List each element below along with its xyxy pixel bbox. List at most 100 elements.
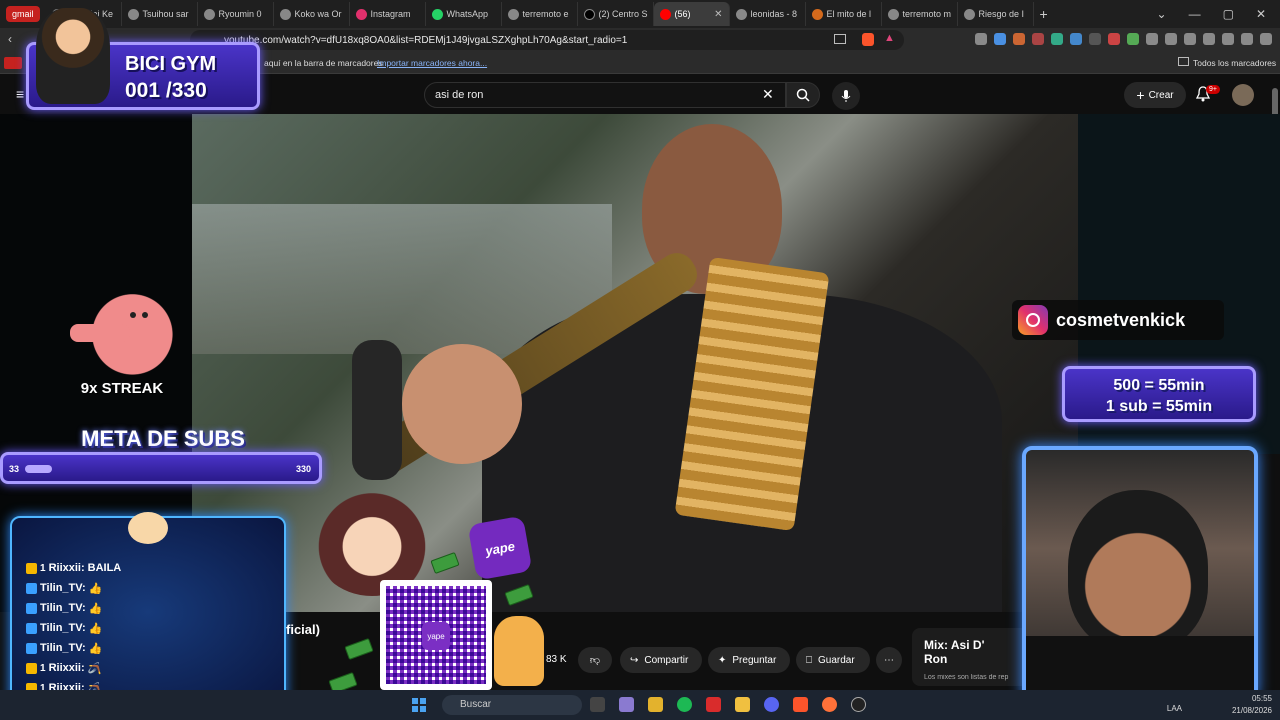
- url-bar[interactable]: youtube.com/watch?v=dfU18xq8OA0&list=RDE…: [190, 30, 904, 50]
- save-button[interactable]: ⎕ Guardar: [796, 647, 870, 673]
- menu-icon[interactable]: [1260, 33, 1272, 45]
- maximize-icon[interactable]: ▢: [1223, 7, 1234, 21]
- discord-icon[interactable]: [764, 697, 779, 712]
- search-button[interactable]: [786, 82, 820, 108]
- brave-rewards-icon[interactable]: ▲: [884, 32, 895, 44]
- sidebar-icon[interactable]: [1184, 33, 1196, 45]
- chat-text: BAILA: [87, 562, 122, 574]
- ask-button[interactable]: ✦ Preguntar: [708, 647, 790, 673]
- mix-subtitle: Los mixes son listas de rep: [924, 674, 1009, 681]
- tab-favicon-icon: [279, 8, 291, 20]
- extension-icon[interactable]: [975, 33, 987, 45]
- extension-icon[interactable]: [1013, 33, 1025, 45]
- tab-favicon-icon: [507, 8, 519, 20]
- streamer-webcam: [1022, 446, 1258, 700]
- close-window-icon[interactable]: ✕: [1256, 7, 1266, 21]
- extension-icon[interactable]: [1051, 33, 1063, 45]
- windows-start-icon[interactable]: [412, 698, 426, 712]
- browser-tab-bar: gmail Rakudai Ke Tsuihou sar Ryoumin 0 K…: [0, 0, 1280, 28]
- tab[interactable]: Tsuihou sar: [122, 2, 198, 26]
- like-count[interactable]: 83 K: [546, 654, 567, 665]
- windows-taskbar: Buscar LAA 05:55 21/08/2026: [0, 690, 1280, 720]
- obs-icon[interactable]: [851, 697, 866, 712]
- media-icon[interactable]: [1165, 33, 1177, 45]
- share-button[interactable]: ↪ Compartir: [620, 647, 702, 673]
- all-bookmarks[interactable]: Todos los marcadores: [1193, 58, 1276, 68]
- background-person: [352, 340, 402, 480]
- notification-badge: 9+: [1206, 85, 1220, 94]
- task-view-icon[interactable]: [590, 697, 605, 712]
- copilot-icon[interactable]: [619, 697, 634, 712]
- extensions-puzzle-icon[interactable]: [1146, 33, 1158, 45]
- bookmark-icon: ⎕: [806, 654, 812, 666]
- leo-icon[interactable]: [1222, 33, 1234, 45]
- tab[interactable]: terremoto e: [502, 2, 578, 26]
- clear-search-icon[interactable]: ✕: [762, 86, 774, 103]
- tab[interactable]: El mito de l: [806, 2, 882, 26]
- tab[interactable]: (2) Centro S: [578, 2, 654, 26]
- close-tab-icon[interactable]: ✕: [714, 9, 722, 20]
- new-tab-icon[interactable]: +: [1040, 6, 1048, 22]
- yape-qr-code: yape: [380, 580, 492, 690]
- yape-logo: yape: [467, 515, 533, 581]
- kick-badge-icon: [26, 602, 37, 614]
- chat-message: 1 Riixxii: BAILA: [26, 560, 121, 576]
- microphone-icon: [841, 90, 851, 102]
- tab[interactable]: terremoto m: [882, 2, 958, 26]
- extension-icon[interactable]: [1089, 33, 1101, 45]
- yape-qr-logo: yape: [422, 622, 450, 650]
- hamburger-menu-icon[interactable]: ≡: [16, 86, 24, 102]
- gift-badge-icon: [26, 562, 37, 574]
- app-icon[interactable]: [706, 697, 721, 712]
- instagram-icon: [1018, 305, 1048, 335]
- brave-icon[interactable]: [793, 697, 808, 712]
- extension-icon[interactable]: [994, 33, 1006, 45]
- gmail-bookmark-icon[interactable]: [4, 57, 22, 69]
- file-explorer-icon[interactable]: [648, 697, 663, 712]
- instagram-banner: cosmetvenkick: [1012, 300, 1224, 340]
- minimize-icon[interactable]: —: [1189, 7, 1201, 21]
- subs-goal-title: META DE SUBS: [81, 426, 245, 451]
- import-bookmarks-link[interactable]: Importar marcadores ahora...: [377, 58, 487, 68]
- extension-icon[interactable]: [1032, 33, 1044, 45]
- tab[interactable]: Ryoumin 0: [198, 2, 274, 26]
- dislike-button[interactable]: 👎︎: [578, 647, 612, 673]
- back-icon[interactable]: ‹: [8, 32, 12, 46]
- stream-chat: 1 Riixxii: BAILA Tilin_TV: 👍 Tilin_TV: 👍 Til…: [10, 516, 286, 708]
- tab-instagram[interactable]: Instagram: [350, 2, 426, 26]
- brave-shield-icon[interactable]: [862, 33, 874, 46]
- plus-icon: +: [1136, 87, 1145, 103]
- tab[interactable]: Riesgo de I: [958, 2, 1034, 26]
- more-actions-button[interactable]: ⋯: [876, 647, 902, 673]
- wallet-icon[interactable]: [1203, 33, 1215, 45]
- search-input[interactable]: asi de ron: [424, 82, 786, 108]
- system-clock[interactable]: 05:55 21/08/2026: [1232, 693, 1272, 717]
- extension-icon[interactable]: [1127, 33, 1139, 45]
- kick-badge-icon: [26, 582, 37, 594]
- tab-youtube-active[interactable]: (56) ✕: [653, 2, 730, 26]
- taskbar-search[interactable]: Buscar: [442, 695, 582, 715]
- create-button[interactable]: + Crear: [1124, 82, 1186, 108]
- extension-icon[interactable]: [1108, 33, 1120, 45]
- tab-whatsapp[interactable]: WhatsApp: [426, 2, 502, 26]
- spotify-icon[interactable]: [677, 697, 692, 712]
- tab[interactable]: Koko wa Or: [274, 2, 350, 26]
- extension-icon[interactable]: [1070, 33, 1082, 45]
- tab-favicon-icon: [735, 8, 747, 20]
- voice-search-button[interactable]: [832, 82, 860, 110]
- firefox-icon[interactable]: [822, 697, 837, 712]
- mix-panel[interactable]: Mix: Asi D' Ron Los mixes son listas de …: [912, 628, 1022, 686]
- hamster-icon: [128, 512, 168, 544]
- tab-list-icon[interactable]: ⌄: [1157, 7, 1167, 21]
- app-icon[interactable]: [735, 697, 750, 712]
- keyboard-language[interactable]: LAA: [1167, 704, 1182, 713]
- gmail-tab[interactable]: gmail: [6, 6, 40, 22]
- vpn-icon[interactable]: [1241, 33, 1253, 45]
- share-icon: ↪: [630, 654, 639, 666]
- account-avatar[interactable]: [1232, 84, 1254, 106]
- kick-badge-icon: [26, 622, 37, 634]
- cast-icon[interactable]: [834, 34, 846, 44]
- tab-favicon-icon: [127, 8, 139, 20]
- tab[interactable]: leonidas - 8: [730, 2, 806, 26]
- window-controls: ⌄ — ▢ ✕: [1157, 7, 1280, 21]
